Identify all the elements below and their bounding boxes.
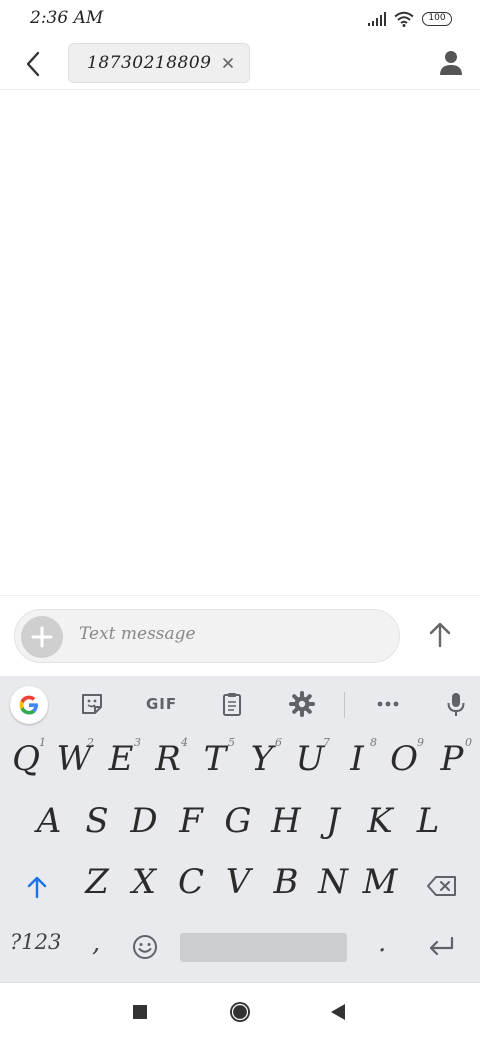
- plus-icon: [31, 626, 53, 648]
- key-r[interactable]: R4: [146, 732, 190, 786]
- emoji-icon[interactable]: [131, 933, 159, 961]
- arrow-up-icon[interactable]: [422, 617, 458, 653]
- battery-icon: 100: [422, 12, 452, 26]
- key-a[interactable]: A: [27, 794, 71, 848]
- key-w[interactable]: W2: [52, 732, 96, 786]
- key-j[interactable]: J: [311, 794, 355, 848]
- conversation-header: 18730218809: [0, 40, 480, 90]
- comma-key[interactable]: ,: [92, 928, 100, 958]
- gif-button[interactable]: GIF: [146, 695, 177, 713]
- microphone-icon[interactable]: [442, 690, 470, 718]
- signal-icon: [368, 12, 386, 26]
- sticker-icon[interactable]: [78, 690, 106, 718]
- key-z[interactable]: Z: [75, 855, 119, 909]
- more-icon[interactable]: [374, 690, 402, 718]
- keyboard: GIF Q1 W2 E3 R4 T5 Y6 U7 I8 O9 P0 A S D …: [0, 676, 480, 982]
- key-c[interactable]: C: [169, 855, 213, 909]
- status-icons: 100: [368, 11, 452, 27]
- close-icon[interactable]: [219, 54, 237, 72]
- message-input[interactable]: Text message: [14, 609, 400, 663]
- status-time: 2:36 AM: [30, 8, 104, 28]
- message-placeholder: Text message: [79, 624, 196, 644]
- add-attachment-button[interactable]: [21, 616, 63, 658]
- recipient-chip[interactable]: 18730218809: [68, 43, 250, 83]
- clipboard-icon[interactable]: [218, 690, 246, 718]
- key-p[interactable]: P0: [430, 732, 474, 786]
- key-x[interactable]: X: [122, 855, 166, 909]
- recents-square-icon[interactable]: [132, 1004, 148, 1020]
- backspace-icon[interactable]: [426, 874, 458, 898]
- toolbar-divider: [344, 692, 345, 718]
- navigation-bar: [0, 982, 480, 1040]
- key-m[interactable]: M: [358, 855, 402, 909]
- compose-divider: [0, 595, 480, 596]
- enter-icon[interactable]: [426, 934, 456, 960]
- person-icon[interactable]: [436, 48, 466, 78]
- key-h[interactable]: H: [264, 794, 308, 848]
- key-e[interactable]: E3: [99, 732, 143, 786]
- message-list: [0, 91, 480, 595]
- key-g[interactable]: G: [216, 794, 260, 848]
- back-arrow-icon[interactable]: [18, 48, 50, 80]
- key-s[interactable]: S: [75, 794, 119, 848]
- back-triangle-icon[interactable]: [330, 1003, 346, 1021]
- key-u[interactable]: U7: [288, 732, 332, 786]
- wifi-icon: [394, 11, 414, 27]
- key-b[interactable]: B: [264, 855, 308, 909]
- key-o[interactable]: O9: [382, 732, 426, 786]
- home-circle-icon[interactable]: [228, 1000, 252, 1024]
- keyboard-toolbar: GIF: [0, 676, 480, 732]
- key-l[interactable]: L: [406, 794, 450, 848]
- key-d[interactable]: D: [122, 794, 166, 848]
- gear-icon[interactable]: [288, 690, 316, 718]
- key-i[interactable]: I8: [335, 732, 379, 786]
- shift-icon[interactable]: [22, 872, 52, 902]
- key-f[interactable]: F: [169, 794, 213, 848]
- key-v[interactable]: V: [216, 855, 260, 909]
- key-q[interactable]: Q1: [4, 732, 48, 786]
- status-bar: 2:36 AM 100: [0, 0, 480, 40]
- key-k[interactable]: K: [358, 794, 402, 848]
- key-y[interactable]: Y6: [240, 732, 284, 786]
- recipient-number: 18730218809: [87, 53, 212, 73]
- space-key[interactable]: [180, 933, 347, 962]
- key-n[interactable]: N: [311, 855, 355, 909]
- symbols-key[interactable]: ?123: [10, 930, 61, 954]
- key-t[interactable]: T5: [193, 732, 237, 786]
- period-key[interactable]: .: [378, 928, 386, 958]
- google-icon[interactable]: [10, 686, 48, 724]
